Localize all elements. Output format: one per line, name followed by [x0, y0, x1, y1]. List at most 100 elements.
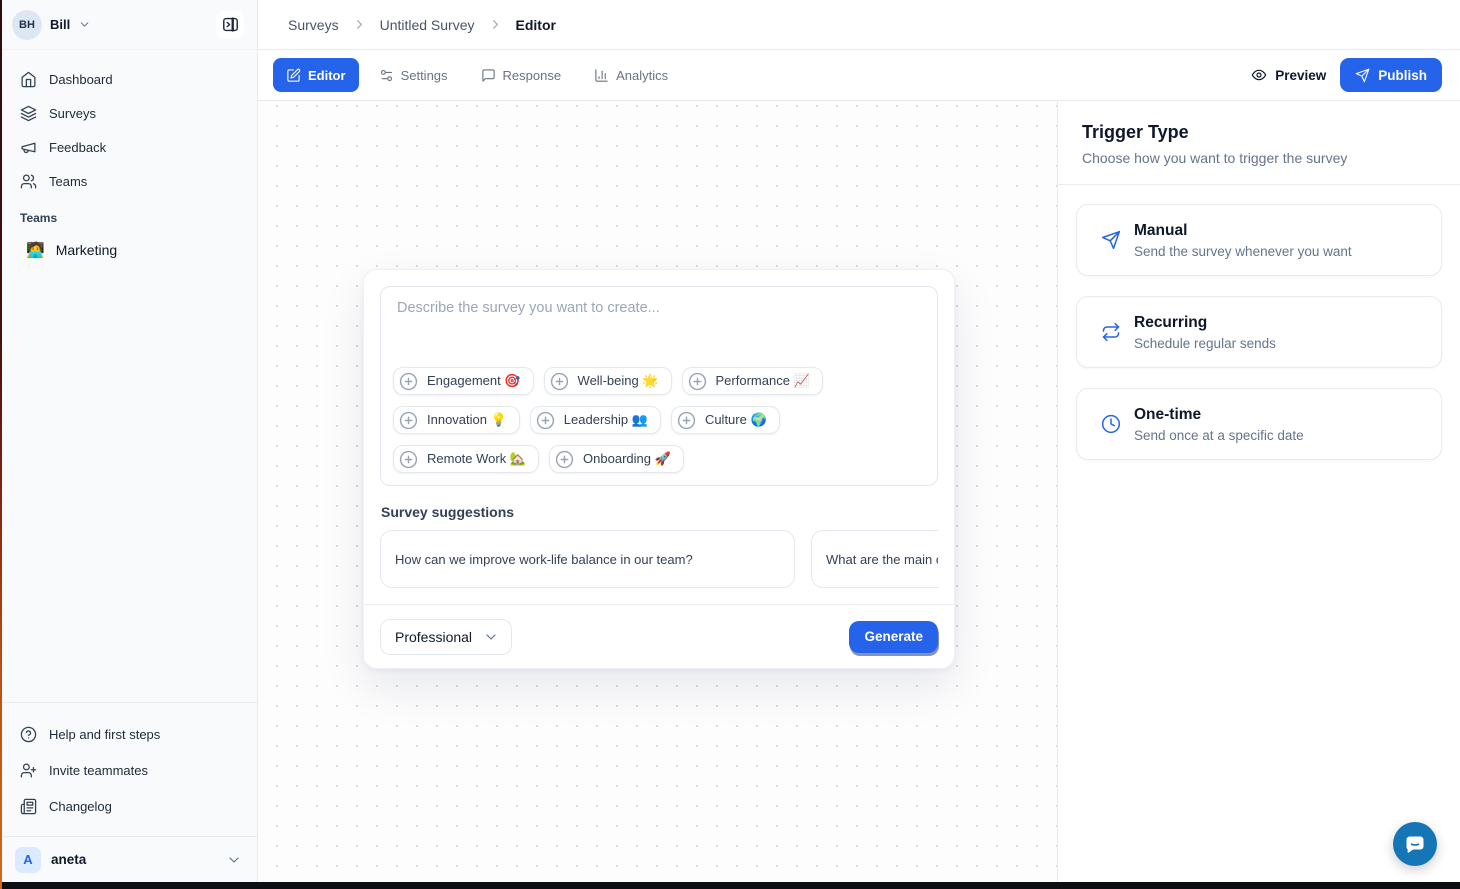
- sidebar-item-feedback[interactable]: Feedback: [12, 130, 247, 164]
- editor-toolbar: Editor Settings Response Analytics: [258, 50, 1460, 101]
- topic-chip-well-being[interactable]: Well-being 🌟: [544, 367, 672, 395]
- suggestions-row: How can we improve work-life balance in …: [380, 530, 938, 588]
- content-row: Engagement 🎯 Well-being 🌟 Performance 📈: [258, 101, 1460, 882]
- panel-collapse-icon: [221, 15, 240, 34]
- topic-chip-onboarding[interactable]: Onboarding 🚀: [549, 445, 684, 473]
- chevron-down-icon: [483, 629, 499, 645]
- option-title: Manual: [1134, 222, 1352, 240]
- panel-title: Trigger Type: [1082, 122, 1436, 143]
- tab-analytics[interactable]: Analytics: [581, 58, 681, 92]
- account-menu[interactable]: A aneta: [2, 836, 257, 882]
- sidebar-item-label: Surveys: [49, 106, 96, 121]
- tab-editor[interactable]: Editor: [273, 58, 359, 92]
- sidebar-item-teams[interactable]: Teams: [12, 164, 247, 198]
- plus-circle-icon: [399, 372, 418, 391]
- technologist-emoji-icon: 🧑‍💻: [26, 243, 45, 258]
- users-icon: [20, 173, 37, 190]
- plus-circle-icon: [677, 411, 696, 430]
- bar-chart-icon: [594, 68, 609, 83]
- topic-chip-innovation[interactable]: Innovation 💡: [393, 406, 520, 434]
- breadcrumb: Surveys Untitled Survey Editor: [258, 0, 1460, 50]
- sliders-icon: [379, 68, 394, 83]
- preview-label: Preview: [1275, 68, 1326, 83]
- sidebar-item-surveys[interactable]: Surveys: [12, 96, 247, 130]
- topic-chip-leadership[interactable]: Leadership 👥: [530, 406, 661, 434]
- send-icon: [1101, 230, 1121, 250]
- generate-button[interactable]: Generate: [849, 621, 938, 653]
- sidebar-item-invite[interactable]: Invite teammates: [12, 752, 247, 788]
- main-area: Surveys Untitled Survey Editor Editor Se…: [258, 0, 1460, 882]
- sidebar-item-label: Help and first steps: [49, 727, 160, 742]
- trigger-type-panel: Trigger Type Choose how you want to trig…: [1058, 101, 1460, 882]
- tab-settings[interactable]: Settings: [366, 58, 461, 92]
- home-icon: [20, 71, 37, 88]
- toolbar-actions: Preview Publish: [1251, 58, 1442, 92]
- plus-circle-icon: [399, 411, 418, 430]
- workspace-switcher[interactable]: BH Bill: [12, 10, 91, 40]
- topic-chips: Engagement 🎯 Well-being 🌟 Performance 📈: [393, 367, 925, 473]
- topic-chip-engagement[interactable]: Engagement 🎯: [393, 367, 534, 395]
- user-plus-icon: [20, 762, 37, 779]
- sidebar-item-label: Dashboard: [49, 72, 113, 87]
- sidebar-footer: Help and first steps Invite teammates Ch…: [2, 702, 257, 836]
- trigger-option-manual[interactable]: Manual Send the survey whenever you want: [1076, 204, 1442, 276]
- sidebar-item-label: Teams: [49, 174, 87, 189]
- chat-bubble-icon: [1403, 832, 1427, 856]
- suggestions-title: Survey suggestions: [381, 504, 936, 520]
- tab-response[interactable]: Response: [468, 58, 575, 92]
- chip-label: Well-being 🌟: [578, 373, 659, 389]
- composer-footer: Professional Generate: [364, 604, 954, 668]
- option-description: Send the survey whenever you want: [1134, 244, 1352, 259]
- trigger-option-recurring[interactable]: Recurring Schedule regular sends: [1076, 296, 1442, 368]
- workspace-avatar: BH: [12, 10, 42, 40]
- survey-description-input[interactable]: [381, 287, 937, 365]
- topic-chip-remote-work[interactable]: Remote Work 🏡: [393, 445, 539, 473]
- topic-chip-performance[interactable]: Performance 📈: [682, 367, 823, 395]
- sidebar-item-changelog[interactable]: Changelog: [12, 788, 247, 824]
- sidebar-header: BH Bill: [2, 0, 257, 50]
- chip-label: Remote Work 🏡: [427, 451, 526, 467]
- editor-canvas[interactable]: Engagement 🎯 Well-being 🌟 Performance 📈: [258, 101, 1058, 882]
- sidebar-item-label: Invite teammates: [49, 763, 148, 778]
- option-text: Recurring Schedule regular sends: [1134, 314, 1276, 351]
- breadcrumb-surveys[interactable]: Surveys: [288, 17, 339, 33]
- survey-composer-card: Engagement 🎯 Well-being 🌟 Performance 📈: [363, 269, 955, 669]
- tab-label: Analytics: [616, 68, 668, 83]
- sidebar-item-dashboard[interactable]: Dashboard: [12, 62, 247, 96]
- view-tabs: Editor Settings Response Analytics: [273, 58, 681, 92]
- tone-select[interactable]: Professional: [380, 619, 512, 655]
- collapse-sidebar-button[interactable]: [216, 11, 244, 39]
- option-text: One-time Send once at a specific date: [1134, 406, 1304, 443]
- chevron-down-icon: [226, 852, 242, 868]
- prompt-box: Engagement 🎯 Well-being 🌟 Performance 📈: [380, 286, 938, 486]
- publish-button[interactable]: Publish: [1340, 58, 1442, 92]
- desktop-edge: [0, 0, 2, 889]
- help-circle-icon: [20, 726, 37, 743]
- composer-top: Engagement 🎯 Well-being 🌟 Performance 📈: [364, 270, 954, 604]
- chevron-right-icon: [352, 17, 367, 32]
- publish-label: Publish: [1378, 68, 1427, 83]
- sidebar-item-help[interactable]: Help and first steps: [12, 716, 247, 752]
- trigger-options: Manual Send the survey whenever you want…: [1058, 185, 1460, 479]
- chevron-down-icon: [78, 18, 91, 31]
- repeat-icon: [1101, 322, 1121, 342]
- tone-value: Professional: [395, 629, 472, 645]
- sidebar-item-label: Changelog: [49, 799, 112, 814]
- option-text: Manual Send the survey whenever you want: [1134, 222, 1352, 259]
- panel-subtitle: Choose how you want to trigger the surve…: [1082, 150, 1436, 166]
- topic-chip-culture[interactable]: Culture 🌍: [671, 406, 780, 434]
- workspace-name: Bill: [50, 17, 70, 32]
- chip-label: Performance 📈: [716, 373, 810, 389]
- preview-button[interactable]: Preview: [1251, 67, 1326, 83]
- breadcrumb-untitled-survey[interactable]: Untitled Survey: [380, 17, 475, 33]
- eye-icon: [1251, 67, 1267, 83]
- trigger-option-one-time[interactable]: One-time Send once at a specific date: [1076, 388, 1442, 460]
- suggestion-card[interactable]: What are the main ob: [811, 530, 938, 588]
- suggestion-card[interactable]: How can we improve work-life balance in …: [380, 530, 795, 588]
- sidebar-team-marketing[interactable]: 🧑‍💻 Marketing: [12, 232, 247, 268]
- app-shell: BH Bill Dashboard: [2, 0, 1460, 882]
- chat-launcher-button[interactable]: [1393, 822, 1437, 866]
- chip-label: Engagement 🎯: [427, 373, 521, 389]
- option-description: Send once at a specific date: [1134, 428, 1304, 443]
- tab-label: Settings: [401, 68, 448, 83]
